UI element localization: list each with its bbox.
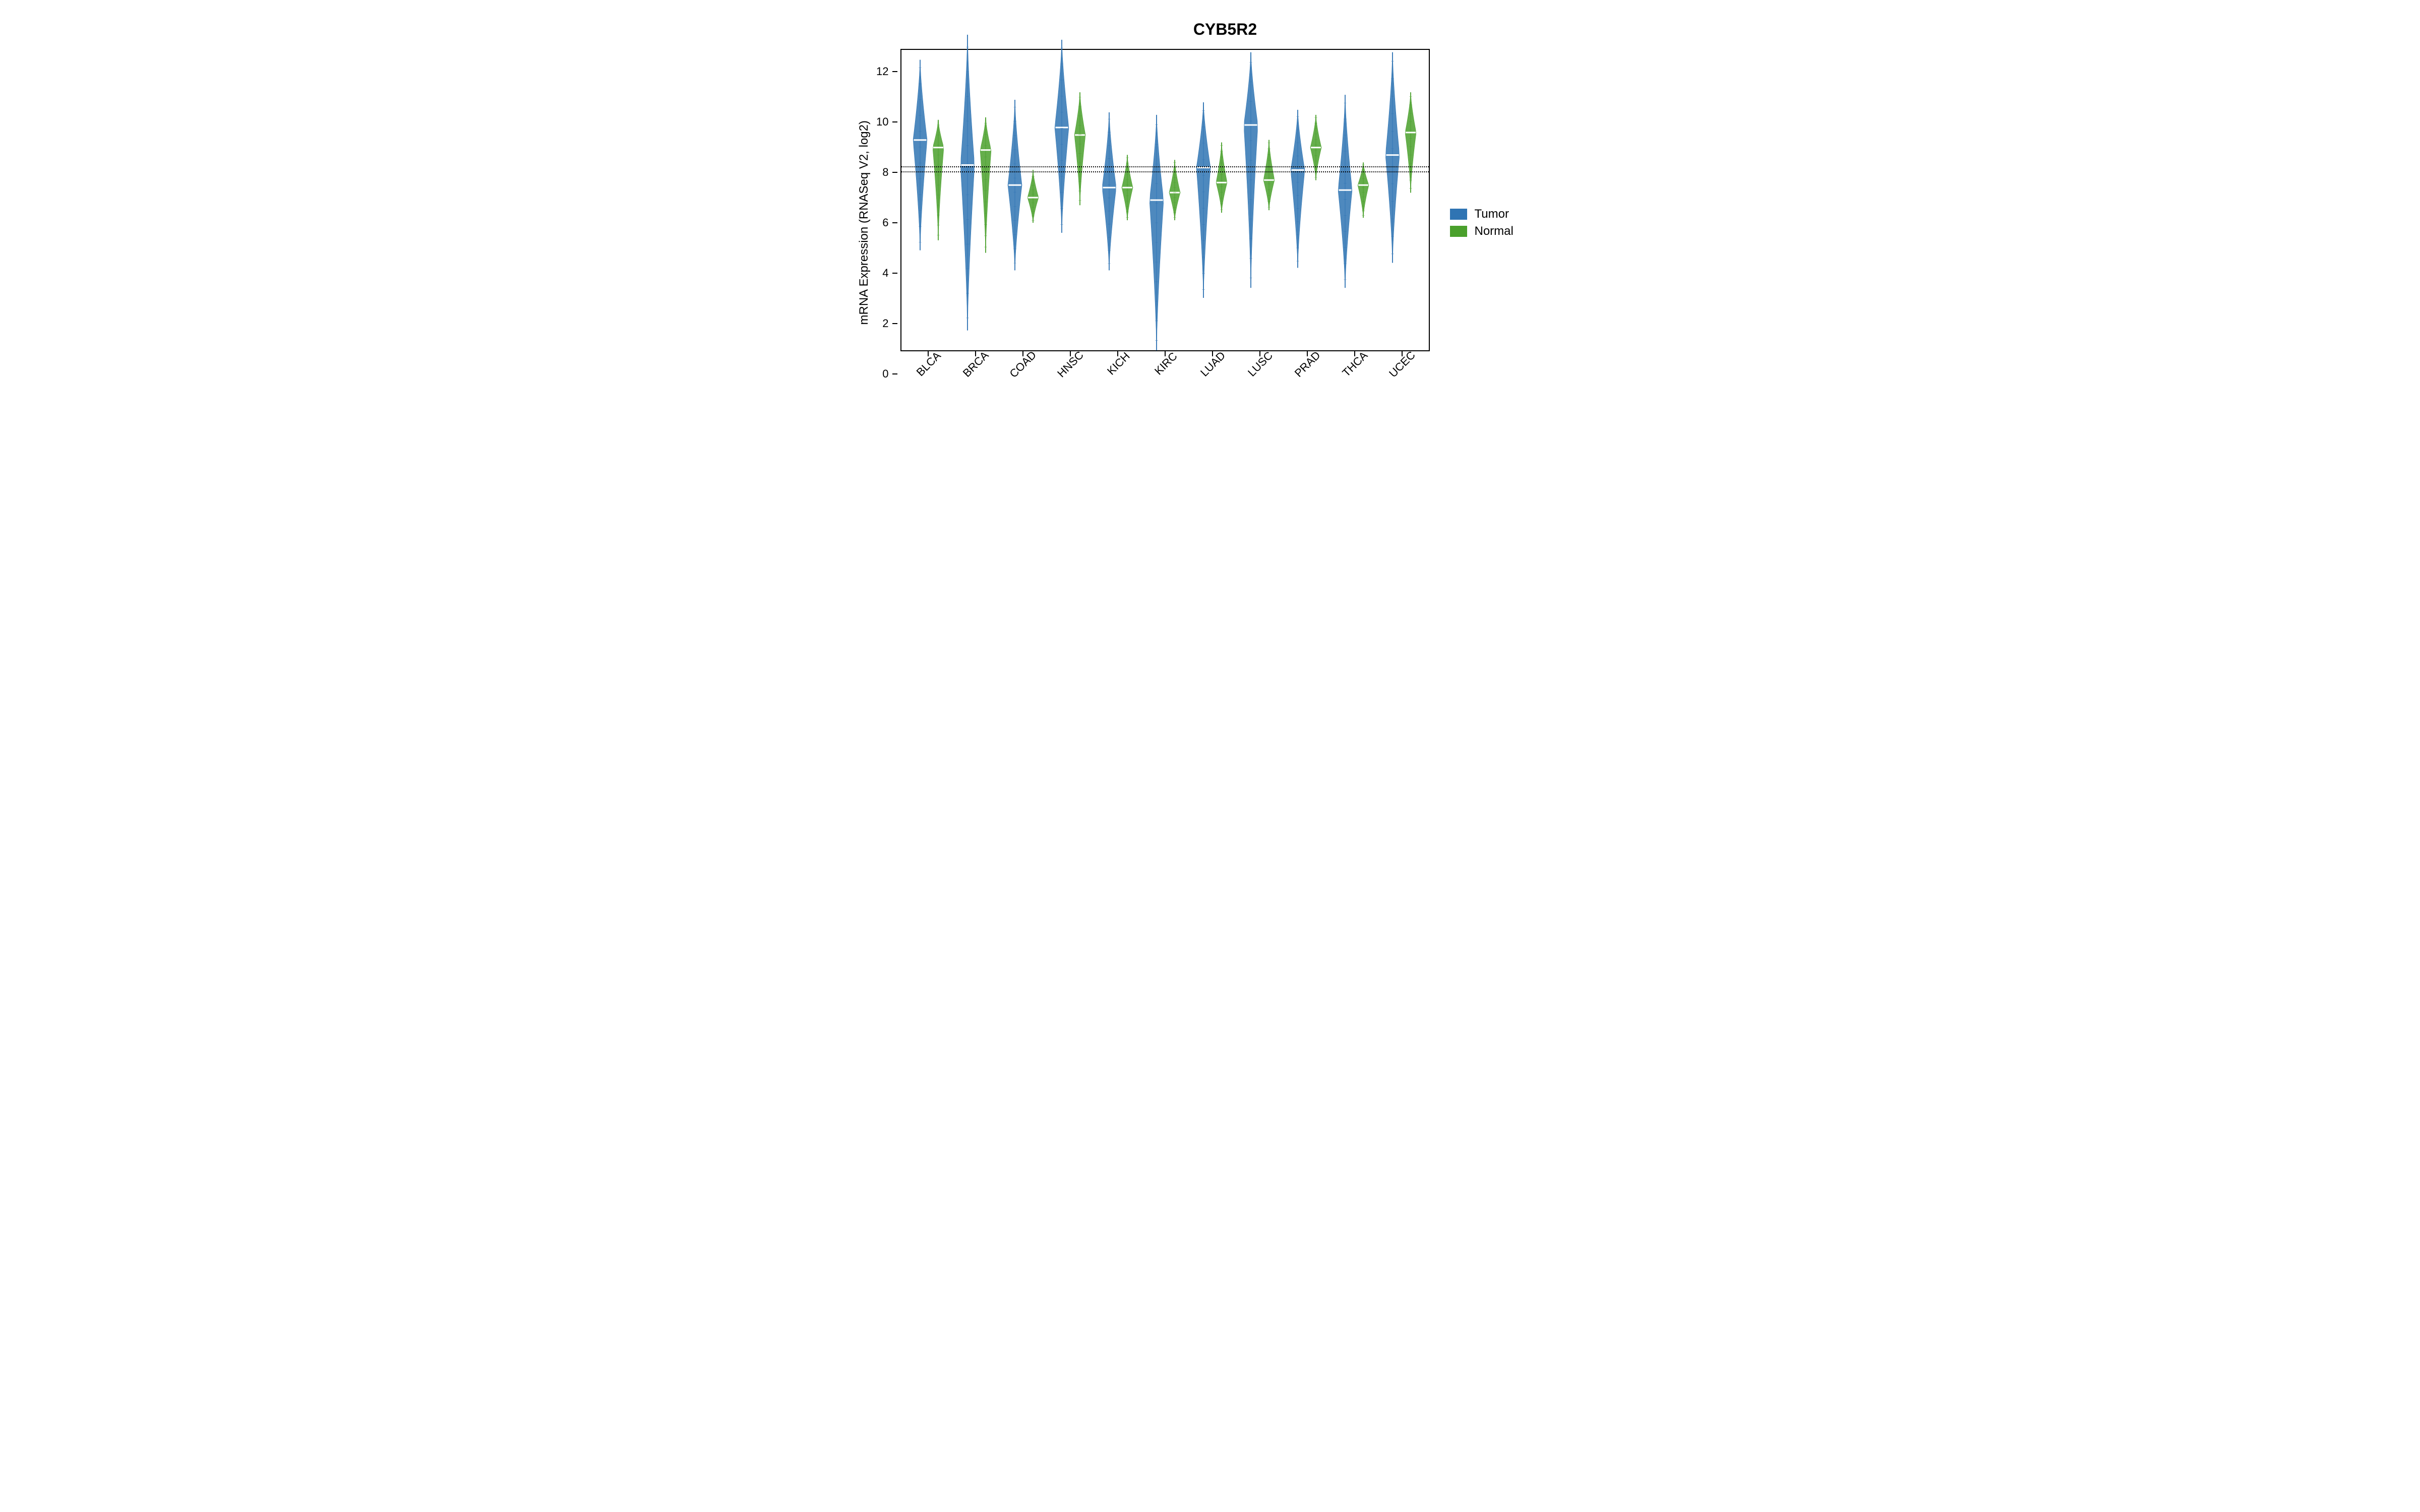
x-tick-cell: THCA bbox=[1331, 351, 1378, 397]
legend-label-normal: Normal bbox=[1474, 224, 1513, 238]
legend-swatch-normal bbox=[1450, 226, 1467, 237]
legend-entry-tumor: Tumor bbox=[1450, 207, 1513, 221]
x-tick-cell: HNSC bbox=[1047, 351, 1094, 397]
x-tick-cell: PRAD bbox=[1284, 351, 1331, 397]
violin-pair bbox=[1243, 50, 1277, 350]
y-tick-mark bbox=[892, 273, 897, 274]
y-tick-mark bbox=[892, 222, 897, 223]
x-tick-cell: LUAD bbox=[1189, 351, 1236, 397]
violin bbox=[1195, 50, 1212, 350]
violin-pair bbox=[912, 50, 946, 350]
category-group bbox=[1236, 50, 1284, 350]
legend-entry-normal: Normal bbox=[1450, 224, 1513, 238]
x-tick-cell: KIRC bbox=[1141, 351, 1189, 397]
chart-container: CYB5R2 mRNA Expression (RNASeq V2, log2)… bbox=[857, 20, 1563, 449]
violin bbox=[1384, 50, 1401, 350]
violin bbox=[1403, 50, 1419, 350]
y-tick-label: 12 bbox=[876, 65, 892, 78]
violin bbox=[1007, 50, 1023, 350]
plot-area bbox=[900, 49, 1430, 351]
chart-title: CYB5R2 bbox=[887, 20, 1563, 39]
violin bbox=[1243, 50, 1259, 350]
x-tick-cell: BLCA bbox=[904, 351, 952, 397]
y-tick-label: 8 bbox=[882, 166, 892, 179]
violin-groups bbox=[901, 50, 1429, 350]
violin-pair bbox=[1290, 50, 1324, 350]
violin-pair bbox=[1337, 50, 1371, 350]
reference-line bbox=[901, 171, 1429, 172]
violin-pair bbox=[1384, 50, 1419, 350]
x-tick-cell: KICH bbox=[1094, 351, 1141, 397]
violin-pair bbox=[1148, 50, 1183, 350]
x-tick-label: KIRC bbox=[1152, 350, 1180, 378]
y-tick-label: 2 bbox=[882, 317, 892, 330]
y-axis-label: mRNA Expression (RNASeq V2, log2) bbox=[857, 120, 871, 325]
violin bbox=[959, 50, 976, 350]
violin bbox=[1119, 50, 1135, 350]
category-group bbox=[1330, 50, 1378, 350]
y-tick-mark bbox=[892, 121, 897, 122]
violin bbox=[1355, 50, 1371, 350]
y-tick-mark bbox=[892, 71, 897, 72]
violin bbox=[1261, 50, 1277, 350]
plot-wrap: mRNA Expression (RNASeq V2, log2) 12 10 8 6… bbox=[857, 49, 1563, 397]
reference-line bbox=[901, 166, 1429, 167]
category-group bbox=[1000, 50, 1048, 350]
y-tick-label: 10 bbox=[876, 115, 892, 129]
violin bbox=[1308, 50, 1324, 350]
violin bbox=[1072, 50, 1088, 350]
violin bbox=[978, 50, 994, 350]
y-tick-mark bbox=[892, 172, 897, 173]
violin bbox=[1101, 50, 1117, 350]
y-tick-label: 4 bbox=[882, 267, 892, 280]
violin-pair bbox=[1007, 50, 1041, 350]
category-group bbox=[1095, 50, 1142, 350]
violin bbox=[912, 50, 928, 350]
x-tick-label: KICH bbox=[1105, 350, 1133, 378]
violin bbox=[1214, 50, 1230, 350]
category-group bbox=[905, 50, 953, 350]
category-group bbox=[1284, 50, 1331, 350]
x-axis-labels: BLCA BRCACOADHNSC KICH KIRC LUADLUSCPRADTHCA… bbox=[900, 351, 1430, 397]
y-tick-mark bbox=[892, 323, 897, 324]
x-tick-cell: COAD bbox=[999, 351, 1047, 397]
violin bbox=[1337, 50, 1353, 350]
violin bbox=[1148, 50, 1165, 350]
x-tick-cell: UCEC bbox=[1378, 351, 1426, 397]
violin bbox=[1290, 50, 1306, 350]
violin bbox=[930, 50, 946, 350]
y-tick-label: 6 bbox=[882, 216, 892, 229]
x-tick-cell: BRCA bbox=[952, 351, 999, 397]
x-tick-cell: LUSC bbox=[1236, 351, 1284, 397]
category-group bbox=[1189, 50, 1236, 350]
category-group bbox=[1047, 50, 1095, 350]
violin bbox=[1054, 50, 1070, 350]
violin bbox=[1167, 50, 1183, 350]
category-group bbox=[1378, 50, 1425, 350]
violin-pair bbox=[1101, 50, 1135, 350]
violin-pair bbox=[959, 50, 994, 350]
legend: Tumor Normal bbox=[1450, 204, 1513, 241]
legend-label-tumor: Tumor bbox=[1474, 207, 1508, 221]
violin bbox=[1025, 50, 1041, 350]
category-group bbox=[953, 50, 1000, 350]
legend-swatch-tumor bbox=[1450, 209, 1467, 220]
category-group bbox=[1142, 50, 1189, 350]
violin-pair bbox=[1054, 50, 1088, 350]
y-tick-label: 0 bbox=[882, 367, 892, 381]
y-tick-mark bbox=[892, 373, 897, 374]
y-axis: 121086420 bbox=[876, 72, 900, 374]
violin-pair bbox=[1195, 50, 1230, 350]
x-tick-label: BLCA bbox=[914, 349, 944, 379]
